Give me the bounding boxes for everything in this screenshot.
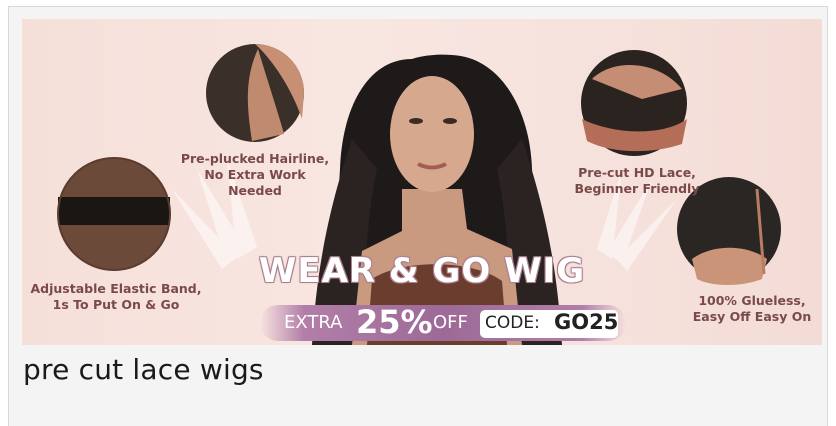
feature-text-hd-lace: Pre-cut HD Lace, Beginner Friendly: [567, 165, 707, 197]
promo-off-text: OFF: [433, 312, 468, 333]
feature-line: Pre-cut HD Lace,: [578, 165, 696, 180]
promo-code-label: CODE:: [485, 313, 540, 333]
feature-text-hairline: Pre-plucked Hairline, No Extra Work Need…: [180, 151, 330, 199]
feature-text-glueless: 100% Glueless, Easy Off Easy On: [682, 293, 822, 325]
product-card[interactable]: Pre-plucked Hairline, No Extra Work Need…: [8, 6, 828, 426]
banner-headline: WEAR & GO WIG: [258, 251, 586, 291]
promo-code-value: GO25: [554, 310, 619, 334]
feature-line: No Extra Work Needed: [204, 167, 306, 198]
feature-line: 1s To Put On & Go: [52, 297, 180, 312]
hd-lace-closeup-image: [581, 50, 687, 156]
model-figure: [312, 54, 562, 345]
feature-line: Beginner Friendly: [574, 181, 700, 196]
feature-line: Easy Off Easy On: [692, 309, 812, 324]
promo-banner-image[interactable]: Pre-plucked Hairline, No Extra Work Need…: [22, 19, 822, 345]
hairline-closeup-image: [206, 44, 304, 142]
feature-line: Pre-plucked Hairline,: [180, 151, 330, 166]
feature-line: 100% Glueless,: [698, 293, 806, 308]
product-caption[interactable]: pre cut lace wigs: [23, 353, 264, 386]
promo-extra-text: EXTRA: [284, 312, 343, 333]
promo-discount-percent: 25%: [356, 303, 433, 341]
